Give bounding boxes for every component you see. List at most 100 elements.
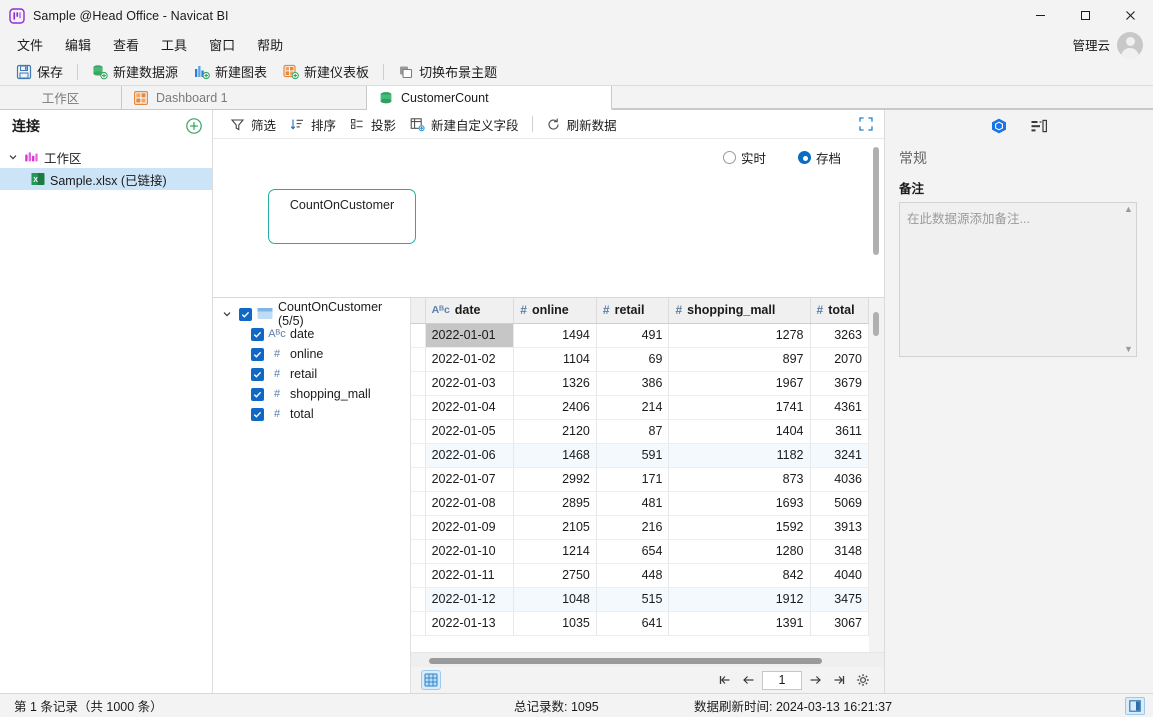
cell-date[interactable]: 2022-01-03 — [425, 371, 515, 396]
field-checkbox-date[interactable] — [251, 327, 264, 341]
data-grid-body[interactable]: Aᴮᴄ date # online # retail # shopping_ma… — [411, 298, 869, 652]
cell-date[interactable]: 2022-01-07 — [425, 467, 515, 492]
canvas-scrollbar-thumb[interactable] — [873, 147, 879, 255]
cell-date[interactable]: 2022-01-11 — [425, 563, 515, 588]
model-canvas[interactable]: 实时 存档 CountOnCustomer — [213, 139, 869, 297]
field-root-row[interactable]: CountOnCustomer (5/5) — [213, 300, 410, 328]
cell-shopping-mall[interactable]: 1967 — [668, 371, 811, 396]
cell-retail[interactable]: 448 — [596, 563, 670, 588]
switch-theme-button[interactable]: 切换布景主题 — [390, 61, 505, 83]
cell-retail[interactable]: 515 — [596, 587, 670, 612]
tab-dashboard-1[interactable]: Dashboard 1 — [122, 86, 367, 109]
table-row[interactable]: 2022-01-04 2406 214 1741 4361 — [411, 395, 869, 420]
table-row[interactable]: 2022-01-06 1468 591 1182 3241 — [411, 443, 869, 468]
tree-item-workspace[interactable]: 工作区 — [0, 146, 212, 168]
cell-retail[interactable]: 641 — [596, 611, 670, 636]
filter-button[interactable]: 筛选 — [223, 114, 283, 135]
menu-help[interactable]: 帮助 — [246, 32, 294, 57]
cell-date[interactable]: 2022-01-05 — [425, 419, 515, 444]
cell-total[interactable]: 4040 — [810, 563, 869, 588]
gear-icon[interactable] — [852, 670, 874, 690]
grid-scrollbar-thumb[interactable] — [873, 312, 879, 336]
cell-retail[interactable]: 591 — [596, 443, 670, 468]
cell-online[interactable]: 1048 — [513, 587, 597, 612]
menu-edit[interactable]: 编辑 — [54, 32, 102, 57]
grid-header-shopping-mall[interactable]: # shopping_mall — [668, 298, 811, 324]
cell-online[interactable]: 1326 — [513, 371, 597, 396]
add-connection-icon[interactable] — [185, 117, 203, 135]
cell-online[interactable]: 2406 — [513, 395, 597, 420]
prev-page-icon[interactable] — [738, 670, 760, 690]
cell-online[interactable]: 1494 — [513, 323, 597, 348]
sort-button[interactable]: 排序 — [283, 114, 343, 135]
note-textarea[interactable]: 在此数据源添加备注... ▲ ▼ — [899, 202, 1137, 357]
cell-online[interactable]: 1468 — [513, 443, 597, 468]
table-row[interactable]: 2022-01-01 1494 491 1278 3263 — [411, 323, 869, 348]
cell-shopping-mall[interactable]: 1182 — [668, 443, 811, 468]
cell-online[interactable]: 2120 — [513, 419, 597, 444]
cell-date[interactable]: 2022-01-01 — [425, 323, 515, 348]
cell-retail[interactable]: 386 — [596, 371, 670, 396]
cell-online[interactable]: 2895 — [513, 491, 597, 516]
cell-total[interactable]: 3263 — [810, 323, 869, 348]
avatar[interactable] — [1117, 31, 1143, 58]
table-row[interactable]: 2022-01-07 2992 171 873 4036 — [411, 467, 869, 492]
cell-shopping-mall[interactable]: 1741 — [668, 395, 811, 420]
cell-shopping-mall[interactable]: 1592 — [668, 515, 811, 540]
cell-total[interactable]: 3475 — [810, 587, 869, 612]
maximize-button[interactable] — [1063, 0, 1108, 31]
cell-online[interactable]: 2105 — [513, 515, 597, 540]
close-button[interactable] — [1108, 0, 1153, 31]
cell-shopping-mall[interactable]: 1404 — [668, 419, 811, 444]
menu-tools[interactable]: 工具 — [150, 32, 198, 57]
cell-retail[interactable]: 481 — [596, 491, 670, 516]
cell-total[interactable]: 3067 — [810, 611, 869, 636]
fields-list-icon[interactable] — [1028, 116, 1050, 136]
cell-date[interactable]: 2022-01-12 — [425, 587, 515, 612]
field-row-online[interactable]: # online — [213, 344, 410, 364]
save-button[interactable]: 保存 — [8, 61, 71, 83]
grid-vertical-scrollbar[interactable] — [869, 298, 884, 652]
grid-header-online[interactable]: # online — [513, 298, 597, 324]
table-row[interactable]: 2022-01-03 1326 386 1967 3679 — [411, 371, 869, 396]
grid-header-retail[interactable]: # retail — [596, 298, 670, 324]
toggle-right-panel-icon[interactable] — [1125, 696, 1145, 715]
mode-archive-radio[interactable]: 存档 — [797, 148, 841, 167]
cell-shopping-mall[interactable]: 1693 — [668, 491, 811, 516]
cell-online[interactable]: 1214 — [513, 539, 597, 564]
cell-shopping-mall[interactable]: 873 — [668, 467, 811, 492]
menu-view[interactable]: 查看 — [102, 32, 150, 57]
tree-item-sample-xlsx[interactable]: X Sample.xlsx (已链接) — [0, 168, 212, 190]
cell-total[interactable]: 4036 — [810, 467, 869, 492]
grid-header-total[interactable]: # total — [810, 298, 869, 324]
cell-date[interactable]: 2022-01-02 — [425, 347, 515, 372]
refresh-data-button[interactable]: 刷新数据 — [539, 114, 624, 135]
cell-total[interactable]: 3679 — [810, 371, 869, 396]
minimize-button[interactable] — [1018, 0, 1063, 31]
cell-date[interactable]: 2022-01-10 — [425, 539, 515, 564]
note-scrollbar[interactable]: ▲ ▼ — [1121, 203, 1136, 356]
tab-customercount[interactable]: CustomerCount — [367, 86, 612, 110]
entity-node-countoncustomer[interactable]: CountOnCustomer — [268, 189, 416, 244]
cell-date[interactable]: 2022-01-09 — [425, 515, 515, 540]
object-cube-icon[interactable] — [988, 116, 1010, 136]
cell-retail[interactable]: 69 — [596, 347, 670, 372]
cell-retail[interactable]: 214 — [596, 395, 670, 420]
cell-shopping-mall[interactable]: 1391 — [668, 611, 811, 636]
cell-shopping-mall[interactable]: 842 — [668, 563, 811, 588]
cell-retail[interactable]: 654 — [596, 539, 670, 564]
field-row-shopping-mall[interactable]: # shopping_mall — [213, 384, 410, 404]
first-page-icon[interactable] — [714, 670, 736, 690]
chevron-down-icon[interactable] — [6, 150, 20, 164]
scroll-up-icon[interactable]: ▲ — [1124, 205, 1133, 214]
cell-date[interactable]: 2022-01-04 — [425, 395, 515, 420]
cell-total[interactable]: 3148 — [810, 539, 869, 564]
new-chart-button[interactable]: 新建图表 — [186, 61, 275, 83]
table-row[interactable]: 2022-01-10 1214 654 1280 3148 — [411, 539, 869, 564]
field-checkbox-shopping-mall[interactable] — [251, 387, 264, 401]
field-checkbox-retail[interactable] — [251, 367, 264, 381]
cell-shopping-mall[interactable]: 897 — [668, 347, 811, 372]
last-page-icon[interactable] — [828, 670, 850, 690]
cell-online[interactable]: 2992 — [513, 467, 597, 492]
new-dashboard-button[interactable]: 新建仪表板 — [275, 61, 377, 83]
